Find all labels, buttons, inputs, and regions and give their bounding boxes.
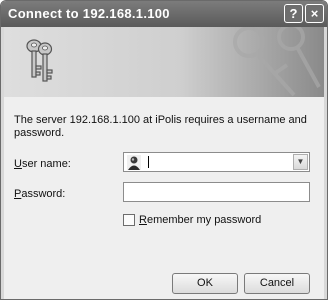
window-title: Connect to 192.168.1.100: [8, 6, 170, 21]
remember-password-label[interactable]: Remember my password: [139, 214, 261, 226]
user-account-icon: [127, 155, 141, 170]
text-caret: [148, 156, 149, 168]
title-bar[interactable]: Connect to 192.168.1.100 ? ×: [1, 1, 327, 27]
username-dropdown-button[interactable]: ▼: [293, 154, 308, 170]
password-field[interactable]: [123, 182, 310, 202]
help-button[interactable]: ?: [284, 4, 303, 23]
server-message: The server 192.168.1.100 at iPolis requi…: [14, 114, 307, 139]
remember-accesskey: R: [139, 214, 147, 226]
close-button[interactable]: ×: [305, 4, 324, 23]
username-label: User name:: [14, 158, 71, 170]
banner: [4, 27, 324, 97]
keys-icon: [26, 39, 53, 82]
cancel-button[interactable]: Cancel: [244, 273, 310, 294]
login-dialog-window: Connect to 192.168.1.100 ? × The server …: [0, 0, 328, 300]
password-label-text: assword:: [21, 188, 66, 200]
dialog-body: The server 192.168.1.100 at iPolis requi…: [4, 97, 324, 299]
username-accesskey: U: [14, 158, 22, 170]
username-label-text: ser name:: [21, 158, 71, 170]
remember-label-text: emember my password: [146, 214, 262, 226]
remember-password-checkbox[interactable]: [123, 214, 135, 226]
ok-button[interactable]: OK: [172, 273, 238, 294]
chevron-down-icon: ▼: [296, 157, 305, 166]
banner-watermark-keys-icon: [233, 27, 321, 97]
username-combobox[interactable]: ▼: [123, 152, 310, 172]
password-label: Password:: [14, 188, 65, 200]
